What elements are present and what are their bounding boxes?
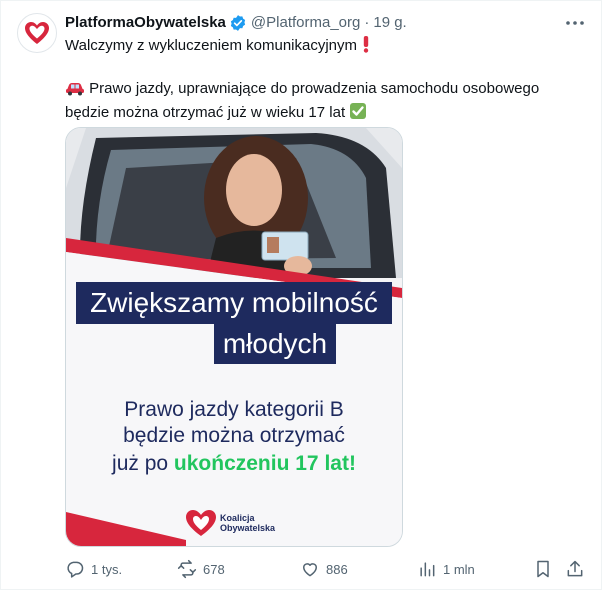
repost-button[interactable]: 678: [177, 559, 225, 579]
verified-badge-icon: [229, 14, 247, 32]
more-icon[interactable]: [563, 13, 587, 33]
card-body-line-3-prefix: już po: [111, 452, 174, 475]
tweet[interactable]: PlatformaObywatelska @Platforma_org · 19…: [0, 0, 602, 590]
card-body-line-3-highlight: ukończeniu 17 lat!: [174, 452, 356, 475]
card-body-line-2: będzie można otrzymać: [123, 424, 345, 447]
heart-logo-icon: [25, 22, 49, 44]
bookmark-button[interactable]: [533, 559, 553, 579]
tweet-line-3-text: będzie można otrzymać już w wieku 17 lat: [65, 104, 346, 121]
reply-button[interactable]: 1 tys.: [65, 559, 122, 579]
tweet-header: PlatformaObywatelska @Platforma_org · 19…: [65, 13, 561, 33]
card-body-line-1: Prawo jazdy kategorii B: [124, 398, 343, 421]
tweet-time[interactable]: 19 g.: [373, 13, 406, 33]
views-button[interactable]: 1 mln: [417, 559, 475, 579]
tweet-text: Walczymy z wykluczeniem komunikacyjnym P…: [65, 35, 585, 126]
media-card[interactable]: Zwiększamy mobilność młodych Prawo jazdy…: [65, 127, 403, 547]
author-handle[interactable]: @Platforma_org: [251, 13, 360, 33]
author-name[interactable]: PlatformaObywatelska: [65, 13, 226, 33]
views-icon: [420, 562, 435, 577]
share-icon: [567, 560, 583, 577]
like-button[interactable]: 886: [300, 559, 348, 579]
like-count: 886: [326, 561, 348, 577]
repost-count: 678: [203, 561, 225, 577]
tweet-line-3: będzie można otrzymać już w wieku 17 lat: [65, 102, 585, 126]
tweet-line-1: Walczymy z wykluczeniem komunikacyjnym: [65, 35, 585, 59]
heart-icon: [303, 563, 317, 577]
logo-line-1: Koalicja: [220, 513, 256, 523]
tweet-line-1-text: Walczymy z wykluczeniem komunikacyjnym: [65, 37, 358, 54]
avatar[interactable]: [17, 13, 57, 53]
car-emoji-icon: [65, 80, 85, 102]
check-emoji-icon: [349, 102, 367, 126]
logo-line-2: Obywatelska: [220, 523, 276, 533]
tweet-line-2: Prawo jazdy, uprawniające do prowadzenia…: [65, 79, 585, 102]
card-headline-line-2: młodych: [223, 328, 327, 359]
campaign-graphic: Zwiększamy mobilność młodych Prawo jazdy…: [66, 128, 402, 546]
bookmark-icon: [537, 560, 549, 578]
reply-count: 1 tys.: [91, 561, 123, 577]
separator-dot: ·: [364, 14, 370, 31]
reply-icon: [67, 561, 84, 578]
tweet-line-2-text: Prawo jazdy, uprawniające do prowadzenia…: [89, 80, 540, 97]
repost-icon: [177, 559, 197, 579]
card-headline-line-1: Zwiększamy mobilność: [90, 287, 378, 318]
views-count: 1 mln: [443, 561, 475, 577]
share-button[interactable]: [565, 559, 585, 579]
card-body-line-3: już po ukończeniu 17 lat!: [111, 452, 356, 475]
tweet-actions: 1 tys. 678 886 1 mln: [65, 553, 589, 585]
exclamation-emoji-icon: [361, 35, 371, 59]
